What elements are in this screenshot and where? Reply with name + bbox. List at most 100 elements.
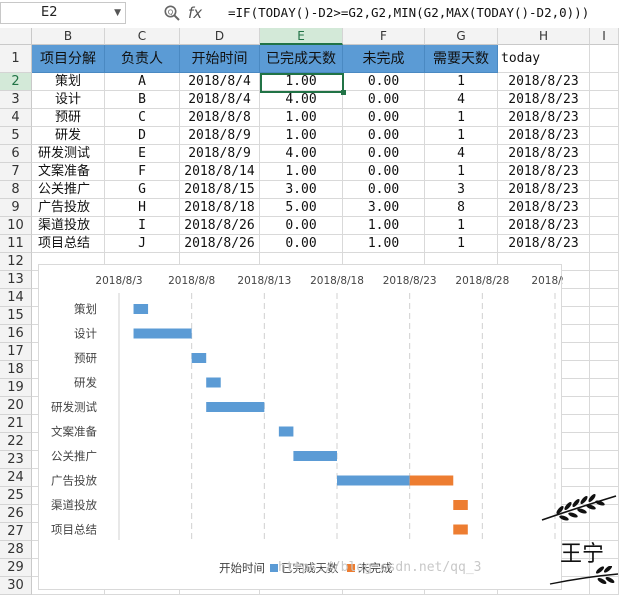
table-cell[interactable]: 渠道投放	[32, 217, 105, 235]
row-header-17[interactable]: 17	[0, 343, 32, 361]
row-header-2[interactable]: 2	[0, 73, 32, 91]
table-cell[interactable]: H	[105, 199, 180, 217]
row-header-20[interactable]: 20	[0, 397, 32, 415]
table-cell[interactable]: 2018/8/23	[498, 199, 590, 217]
table-cell[interactable]: 4	[425, 91, 498, 109]
table-cell[interactable]: 1	[425, 127, 498, 145]
header-cell[interactable]: 已完成天数	[260, 45, 343, 73]
table-cell[interactable]: 2018/8/23	[498, 91, 590, 109]
table-cell[interactable]: 研发	[32, 127, 105, 145]
table-cell[interactable]: 0.00	[260, 235, 343, 253]
header-cell[interactable]: today	[498, 45, 590, 73]
name-box[interactable]: E2 ▼	[0, 2, 126, 24]
fx-icon[interactable]: fx	[188, 4, 202, 22]
table-cell[interactable]: 项目总结	[32, 235, 105, 253]
table-cell[interactable]: 2018/8/23	[498, 217, 590, 235]
row-header-30[interactable]: 30	[0, 577, 32, 595]
fill-handle[interactable]	[341, 90, 346, 95]
table-cell[interactable]: F	[105, 163, 180, 181]
table-cell[interactable]: 5.00	[260, 199, 343, 217]
row-header-21[interactable]: 21	[0, 415, 32, 433]
table-cell[interactable]: 2018/8/23	[498, 127, 590, 145]
table-cell[interactable]: 1.00	[260, 163, 343, 181]
gantt-chart[interactable]: 2018/8/3 2018/8/8 2018/8/13 2018/8/18 2018/8…	[38, 264, 563, 590]
table-cell[interactable]: G	[105, 181, 180, 199]
table-cell[interactable]: 研发测试	[32, 145, 105, 163]
column-header-h[interactable]: H	[498, 28, 590, 45]
table-cell[interactable]: 2018/8/23	[498, 235, 590, 253]
table-cell[interactable]: 3.00	[260, 181, 343, 199]
table-cell[interactable]: 0.00	[343, 145, 425, 163]
row-header-11[interactable]: 11	[0, 235, 32, 253]
table-cell[interactable]: 2018/8/26	[180, 217, 260, 235]
table-cell[interactable]: 公关推广	[32, 181, 105, 199]
table-cell[interactable]: 0.00	[343, 73, 425, 91]
table-cell[interactable]: 3.00	[343, 199, 425, 217]
table-cell[interactable]: 2018/8/23	[498, 181, 590, 199]
table-cell[interactable]: 2018/8/4	[180, 73, 260, 91]
row-header-10[interactable]: 10	[0, 217, 32, 235]
row-header-14[interactable]: 14	[0, 289, 32, 307]
table-cell[interactable]: 8	[425, 199, 498, 217]
table-cell[interactable]: 1.00	[343, 217, 425, 235]
table-cell[interactable]: 2018/8/15	[180, 181, 260, 199]
table-cell[interactable]: 1.00	[260, 127, 343, 145]
row-header-29[interactable]: 29	[0, 559, 32, 577]
row-header-22[interactable]: 22	[0, 433, 32, 451]
table-cell[interactable]: 2018/8/26	[180, 235, 260, 253]
table-cell[interactable]: 4	[425, 145, 498, 163]
column-header-i[interactable]: I	[590, 28, 619, 45]
table-cell[interactable]: 0.00	[343, 181, 425, 199]
table-cell[interactable]: 1	[425, 217, 498, 235]
row-header-23[interactable]: 23	[0, 451, 32, 469]
row-header-27[interactable]: 27	[0, 523, 32, 541]
table-cell[interactable]: 设计	[32, 91, 105, 109]
row-header-15[interactable]: 15	[0, 307, 32, 325]
column-header-b[interactable]: B	[32, 28, 105, 45]
table-cell[interactable]: 文案准备	[32, 163, 105, 181]
table-cell[interactable]: 2018/8/8	[180, 109, 260, 127]
header-cell[interactable]: 需要天数	[425, 45, 498, 73]
header-cell[interactable]: 项目分解	[32, 45, 105, 73]
table-cell[interactable]: 4.00	[260, 91, 343, 109]
table-cell[interactable]: 1.00	[260, 109, 343, 127]
table-cell[interactable]: J	[105, 235, 180, 253]
zoom-search-icon[interactable]: Q	[163, 4, 181, 22]
row-header-4[interactable]: 4	[0, 109, 32, 127]
table-cell[interactable]: 预研	[32, 109, 105, 127]
row-header-5[interactable]: 5	[0, 127, 32, 145]
row-header-12[interactable]: 12	[0, 253, 32, 271]
formula-input[interactable]: =IF(TODAY()-D2>=G2,G2,MIN(G2,MAX(TODAY()…	[222, 2, 619, 24]
row-header-13[interactable]: 13	[0, 271, 32, 289]
column-header-g[interactable]: G	[425, 28, 498, 45]
row-header-3[interactable]: 3	[0, 91, 32, 109]
table-cell[interactable]: 0.00	[260, 217, 343, 235]
header-cell[interactable]: 未完成	[343, 45, 425, 73]
row-header-16[interactable]: 16	[0, 325, 32, 343]
table-cell[interactable]: I	[105, 217, 180, 235]
table-cell[interactable]: 2018/8/9	[180, 145, 260, 163]
table-cell[interactable]: 策划	[32, 73, 105, 91]
row-header-25[interactable]: 25	[0, 487, 32, 505]
table-cell[interactable]: 2018/8/14	[180, 163, 260, 181]
table-cell[interactable]: C	[105, 109, 180, 127]
table-cell[interactable]: 2018/8/23	[498, 109, 590, 127]
row-header-8[interactable]: 8	[0, 181, 32, 199]
row-header-26[interactable]: 26	[0, 505, 32, 523]
row-header-24[interactable]: 24	[0, 469, 32, 487]
table-cell[interactable]: 1	[425, 109, 498, 127]
chevron-down-icon[interactable]: ▼	[114, 3, 121, 23]
table-cell[interactable]: E	[105, 145, 180, 163]
table-cell[interactable]: 1	[425, 73, 498, 91]
table-cell[interactable]: 1	[425, 163, 498, 181]
table-cell[interactable]: 0.00	[343, 127, 425, 145]
table-cell[interactable]: A	[105, 73, 180, 91]
active-cell-selection[interactable]	[260, 73, 346, 95]
row-header-28[interactable]: 28	[0, 541, 32, 559]
column-header-d[interactable]: D	[180, 28, 260, 45]
table-cell[interactable]: 2018/8/9	[180, 127, 260, 145]
row-header-19[interactable]: 19	[0, 379, 32, 397]
table-cell[interactable]: 2018/8/23	[498, 163, 590, 181]
row-header-1[interactable]: 1	[0, 45, 32, 73]
column-header-f[interactable]: F	[343, 28, 425, 45]
